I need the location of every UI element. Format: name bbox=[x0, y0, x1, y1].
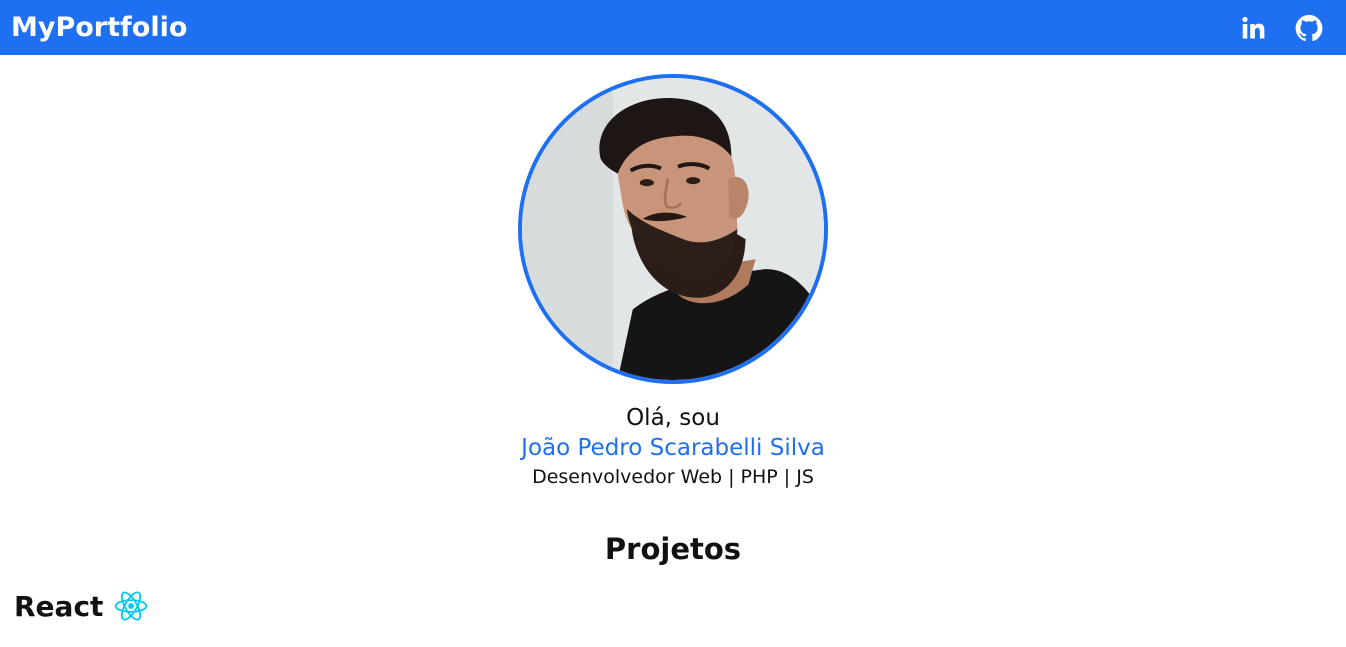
github-icon bbox=[1295, 14, 1323, 41]
greeting-text: Olá, sou bbox=[626, 405, 720, 431]
person-name: João Pedro Scarabelli Silva bbox=[521, 435, 825, 461]
linkedin-icon bbox=[1242, 16, 1265, 38]
linkedin-link[interactable] bbox=[1238, 13, 1268, 43]
navbar: MyPortfolio bbox=[0, 0, 1346, 55]
react-icon bbox=[113, 588, 149, 624]
category-label: React bbox=[14, 589, 104, 623]
hero-section: Olá, sou João Pedro Scarabelli Silva Des… bbox=[0, 74, 1346, 491]
person-role: Desenvolvedor Web | PHP | JS bbox=[532, 466, 814, 488]
project-category-react: React bbox=[14, 588, 149, 624]
profile-photo bbox=[518, 74, 828, 384]
github-link[interactable] bbox=[1294, 13, 1324, 43]
social-links bbox=[1238, 13, 1324, 43]
projects-section-title: Projetos bbox=[604, 532, 742, 566]
brand-logo-link[interactable]: MyPortfolio bbox=[11, 12, 187, 43]
